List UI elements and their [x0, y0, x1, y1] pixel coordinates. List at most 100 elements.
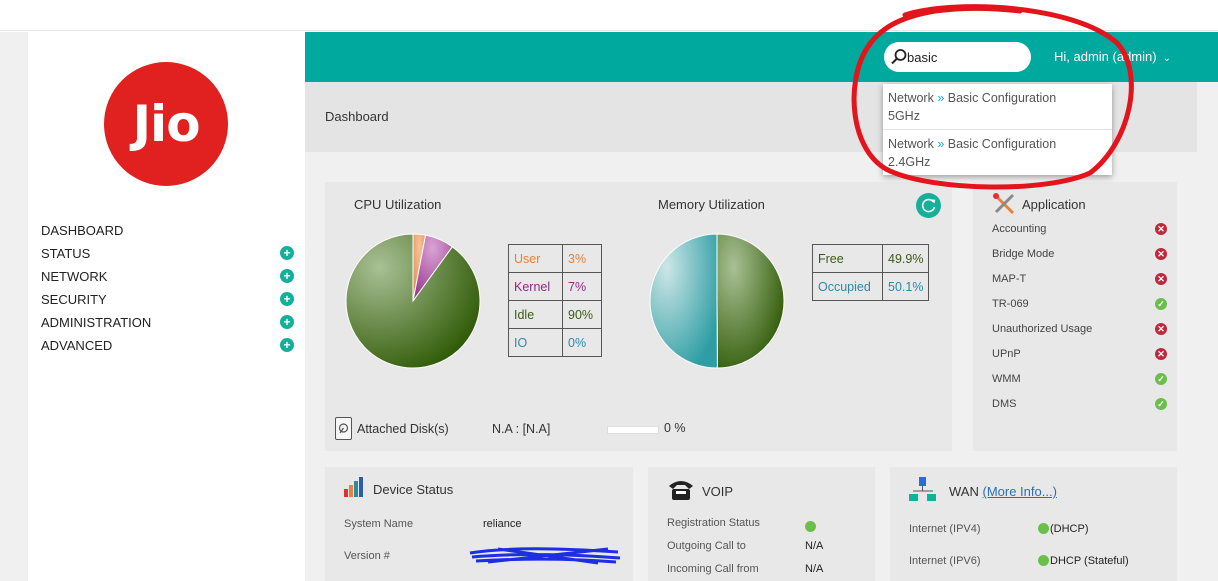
logo-text: Jio	[132, 95, 200, 153]
status-disabled-icon: ✕	[1155, 248, 1167, 260]
status-enabled-icon: ✓	[1155, 298, 1167, 310]
application-panel: Application Accounting ✕ Bridge Mode ✕ MAP-T…	[973, 182, 1177, 451]
app-row-bridge-mode: Bridge Mode ✕	[992, 248, 1172, 260]
app-label: DMS	[992, 398, 1017, 410]
pie-slice-free	[716, 233, 785, 369]
sidebar-item-label: STATUS	[41, 246, 91, 261]
app-row-map-t: MAP-T ✕	[992, 273, 1172, 285]
status-disabled-icon: ✕	[1155, 323, 1167, 335]
memory-title: Memory Utilization	[658, 197, 765, 212]
sidebar-item-label: SECURITY	[41, 292, 107, 307]
memory-free-value: 49.9%	[881, 244, 930, 273]
cpu-pie-chart	[345, 233, 481, 369]
expand-plus-icon[interactable]: +	[280, 292, 294, 306]
phone-icon	[669, 481, 693, 500]
status-disabled-icon: ✕	[1155, 348, 1167, 360]
cpu-user-value: 3%	[562, 244, 602, 273]
app-row-tr-069: TR-069 ✓	[992, 298, 1172, 310]
sidebar-item-label: NETWORK	[41, 269, 108, 284]
sidebar: Jio DASHBOARD STATUS + NETWORK + SECURITY +…	[28, 32, 305, 581]
expand-plus-icon[interactable]: +	[280, 246, 294, 260]
app-row-accounting: Accounting ✕	[992, 223, 1172, 235]
cpu-legend-table: User 3% Kernel 7% Idle 90% IO 0%	[508, 244, 602, 357]
app-label: TR-069	[992, 298, 1029, 310]
expand-plus-icon[interactable]: +	[280, 338, 294, 352]
disk-percent: 0 %	[664, 421, 686, 435]
search-icon[interactable]	[890, 48, 908, 66]
incoming-call-value: N/A	[805, 563, 824, 575]
sidebar-item-administration[interactable]: ADMINISTRATION +	[41, 314, 301, 337]
version-label: Version #	[344, 550, 390, 562]
disk-label: Attached Disk(s)	[357, 422, 449, 436]
refresh-icon	[921, 198, 936, 213]
status-enabled-icon: ✓	[1155, 398, 1167, 410]
cpu-io-label: IO	[508, 328, 563, 357]
table-row: Idle 90%	[508, 300, 602, 329]
voip-title: VOIP	[702, 484, 734, 499]
pie-slice-occupied	[649, 233, 718, 369]
check-icon	[1038, 523, 1049, 534]
network-icon	[909, 477, 936, 501]
sidebar-nav: DASHBOARD STATUS + NETWORK + SECURITY + ADM…	[41, 222, 301, 360]
device-status-title: Device Status	[373, 482, 454, 497]
memory-pie-chart	[649, 233, 785, 369]
cpu-kernel-value: 7%	[562, 272, 602, 301]
pie-slice-idle	[345, 233, 481, 369]
device-status-panel: Device Status System Name reliance Versi…	[325, 467, 633, 581]
registration-status-icon	[805, 517, 817, 535]
cpu-title: CPU Utilization	[354, 197, 442, 212]
search-result-item[interactable]: Network » Basic Configuration 2.4GHz	[888, 135, 1108, 171]
app-label: Bridge Mode	[992, 248, 1055, 260]
memory-occupied-value: 50.1%	[881, 272, 930, 301]
sidebar-item-security[interactable]: SECURITY +	[41, 291, 301, 314]
sidebar-item-dashboard[interactable]: DASHBOARD	[41, 222, 301, 245]
disk-value: N.A : [N.A]	[492, 422, 551, 436]
application-tools-icon	[993, 193, 1015, 215]
dropdown-divider	[883, 129, 1112, 130]
utilization-panel: CPU Utilization Memory Utilization User 3…	[325, 182, 952, 451]
wan-title: WAN (More Info...)	[949, 484, 1057, 499]
internet-ipv6-value: DHCP (Stateful)	[1038, 555, 1129, 567]
cpu-idle-label: Idle	[508, 300, 563, 329]
sidebar-item-network[interactable]: NETWORK +	[41, 268, 301, 291]
result-separator: »	[937, 137, 945, 151]
sidebar-item-status[interactable]: STATUS +	[41, 245, 301, 268]
disk-icon	[335, 417, 352, 440]
table-row: Free 49.9%	[812, 244, 930, 273]
sidebar-item-label: ADVANCED	[41, 338, 113, 353]
result-page: Basic Configuration	[947, 137, 1057, 151]
jio-logo[interactable]: Jio	[104, 62, 228, 186]
app-label: MAP-T	[992, 273, 1027, 285]
cpu-io-value: 0%	[562, 328, 602, 357]
disk-usage-bar	[607, 426, 659, 434]
search-box[interactable]	[884, 42, 1031, 72]
chevron-down-icon: ⌄	[1162, 53, 1171, 64]
registration-status-label: Registration Status	[667, 517, 760, 529]
incoming-call-label: Incoming Call from	[667, 563, 759, 575]
internet-ipv4-value: (DHCP)	[1038, 523, 1089, 535]
memory-occupied-label: Occupied	[812, 272, 883, 301]
search-input[interactable]	[907, 48, 1017, 66]
sidebar-item-label: DASHBOARD	[41, 223, 124, 238]
memory-free-label: Free	[812, 244, 883, 273]
expand-plus-icon[interactable]: +	[280, 269, 294, 283]
voip-panel: VOIP Registration Status Outgoing Call t…	[648, 467, 875, 581]
result-band: 2.4GHz	[888, 155, 931, 169]
sidebar-item-advanced[interactable]: ADVANCED +	[41, 337, 301, 360]
user-menu[interactable]: Hi, admin (admin) ⌄	[1054, 49, 1171, 64]
refresh-button[interactable]	[916, 193, 941, 218]
search-result-item[interactable]: Network » Basic Configuration 5GHz	[888, 89, 1108, 125]
app-row-dms: DMS ✓	[992, 398, 1172, 410]
cpu-kernel-label: Kernel	[508, 272, 563, 301]
application-title: Application	[1022, 197, 1086, 212]
expand-plus-icon[interactable]: +	[280, 315, 294, 329]
browser-top-strip	[0, 0, 1218, 31]
app-label: Accounting	[992, 223, 1047, 235]
table-row: Kernel 7%	[508, 272, 602, 301]
search-results-dropdown: Network » Basic Configuration 5GHz Netwo…	[883, 84, 1112, 175]
system-name-value: reliance	[483, 518, 522, 530]
app-label: UPnP	[992, 348, 1021, 360]
wan-more-info-link[interactable]: (More Info...)	[982, 484, 1056, 499]
internet-ipv6-label: Internet (IPV6)	[909, 555, 981, 567]
internet-ipv4-label: Internet (IPV4)	[909, 523, 981, 535]
